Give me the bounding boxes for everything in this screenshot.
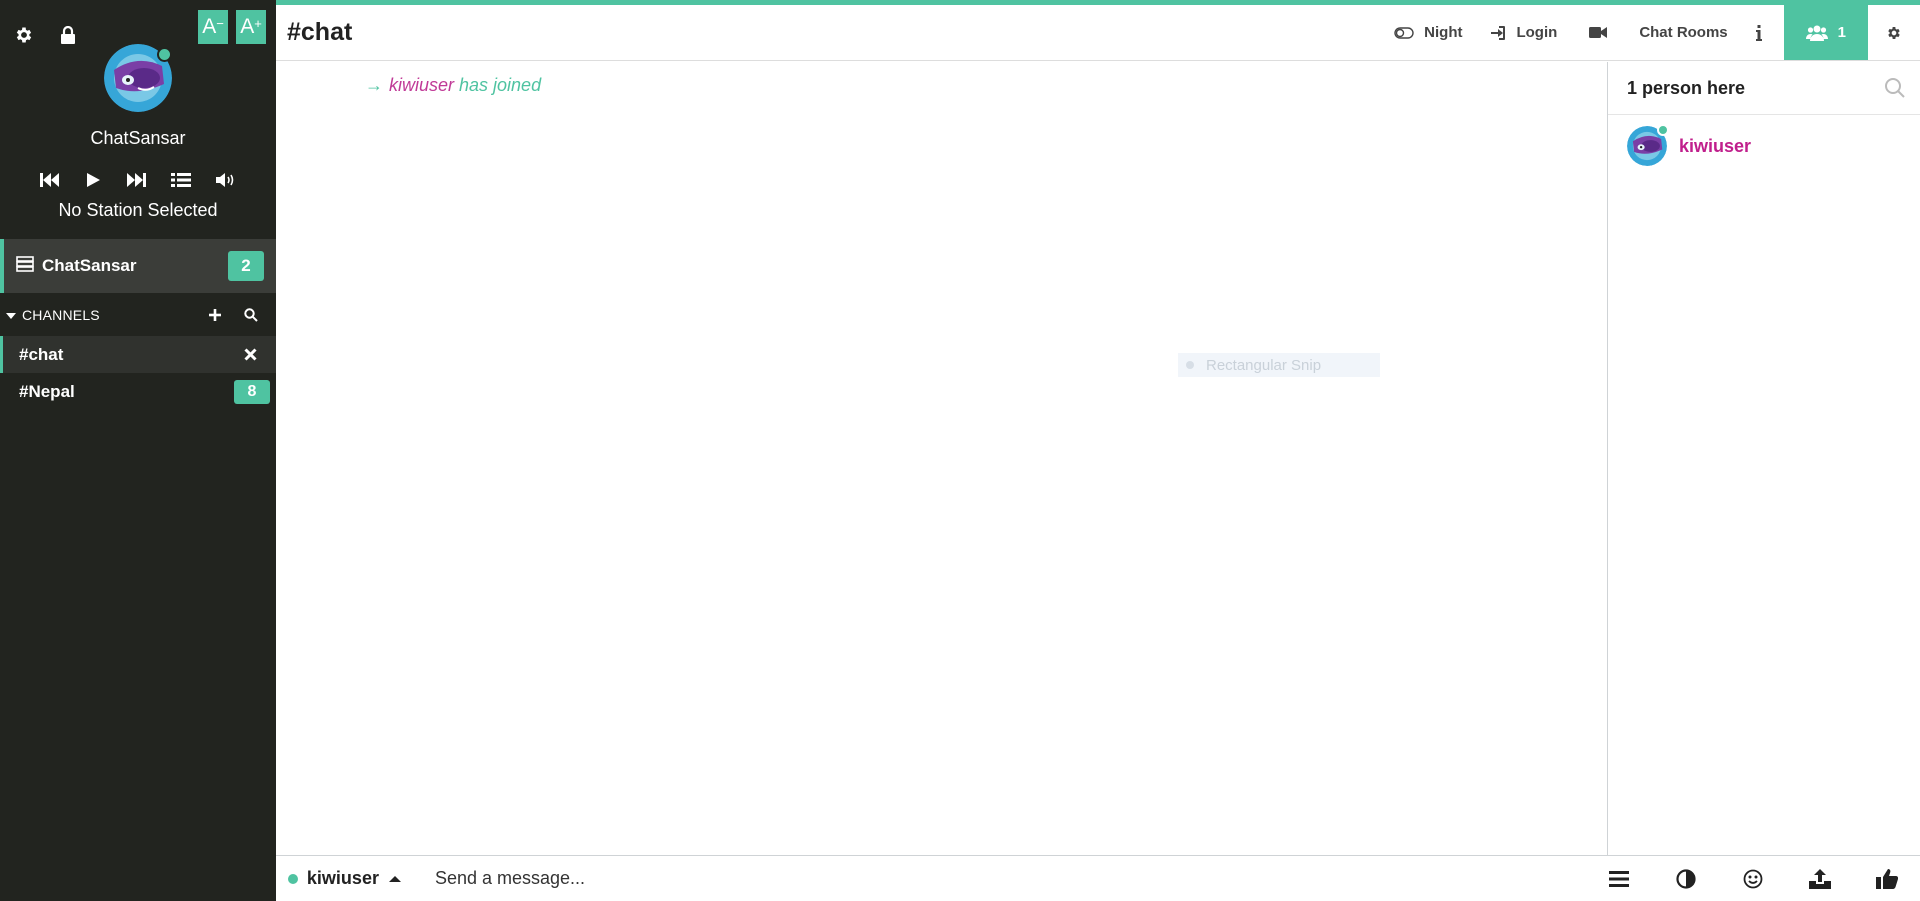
message-text: has joined	[459, 75, 542, 95]
plus-icon[interactable]	[204, 309, 226, 321]
users-icon	[1805, 25, 1828, 41]
channel-item-label: #chat	[19, 344, 64, 364]
self-nick-button[interactable]: kiwiuser	[307, 868, 401, 889]
online-status-dot	[288, 873, 298, 884]
upload-icon[interactable]	[1786, 868, 1853, 889]
server-icon	[16, 255, 34, 277]
member-nick: kiwiuser	[1679, 135, 1752, 156]
member-list: 1 person here kiwiuser	[1608, 62, 1920, 855]
login-button[interactable]: Login	[1476, 5, 1571, 60]
sign-in-icon	[1491, 25, 1506, 40]
page-title: #chat	[287, 18, 353, 46]
radio-player	[40, 168, 236, 192]
contrast-icon[interactable]	[1652, 868, 1719, 889]
gear-icon	[1888, 26, 1900, 39]
message-input[interactable]	[434, 868, 1585, 889]
join-message: → kiwiuser has joined	[365, 75, 541, 96]
channels-header-label: CHANNELS	[22, 307, 100, 323]
settings-button[interactable]	[1868, 5, 1920, 60]
message-input-bar: kiwiuser	[276, 855, 1920, 901]
font-increase-button[interactable]: A +	[236, 10, 266, 44]
member-count-label: 1 person here	[1627, 77, 1746, 98]
info-button[interactable]	[1742, 5, 1784, 60]
volume-icon[interactable]	[216, 172, 236, 188]
thumbs-up-icon[interactable]	[1853, 868, 1920, 889]
input-tools	[1585, 868, 1920, 889]
caret-up-icon	[388, 875, 401, 882]
video-camera-icon	[1589, 27, 1608, 38]
close-icon[interactable]	[238, 348, 262, 361]
gear-icon[interactable]	[12, 23, 36, 47]
message-nick[interactable]: kiwiuser	[389, 75, 454, 96]
online-status-dot	[157, 47, 172, 62]
channel-item-nepal[interactable]: #Nepal 8	[0, 373, 276, 410]
play-icon[interactable]	[85, 172, 101, 188]
channel-item-chat[interactable]: #chat	[0, 336, 276, 373]
member-list-header: 1 person here	[1608, 62, 1920, 115]
info-icon	[1755, 24, 1762, 41]
toggle-icon	[1394, 26, 1414, 39]
channel-item-label: #Nepal	[19, 381, 75, 401]
font-decrease-button[interactable]: A −	[198, 10, 228, 44]
next-track-icon[interactable]	[126, 172, 146, 188]
chat-rooms-label: Chat Rooms	[1639, 24, 1728, 41]
emoji-icon[interactable]	[1719, 869, 1786, 889]
search-icon[interactable]	[240, 308, 262, 322]
self-nick-label: kiwiuser	[306, 868, 379, 888]
night-mode-toggle[interactable]: Night	[1380, 5, 1476, 60]
previous-track-icon[interactable]	[40, 172, 60, 188]
network-item-label: ChatSansar	[42, 256, 137, 275]
lock-icon[interactable]	[58, 23, 78, 47]
night-label: Night	[1424, 24, 1463, 41]
people-count: 1	[1837, 24, 1846, 41]
menu-icon[interactable]	[1585, 869, 1652, 889]
chat-rooms-button[interactable]: Chat Rooms	[1625, 5, 1741, 60]
message-list: → kiwiuser has joined Rectangular Snip	[276, 62, 1607, 855]
channel-unread-badge: 8	[234, 379, 270, 404]
snip-dot	[1186, 361, 1194, 369]
sidebar: A − A + ChatSansar No Station Selected C…	[0, 0, 276, 901]
font-increase-label: A	[240, 15, 255, 38]
avatar	[1627, 124, 1669, 166]
login-label: Login	[1516, 24, 1558, 41]
channels-header: CHANNELS	[0, 304, 276, 326]
network-name: ChatSansar	[90, 128, 186, 148]
member-item[interactable]: kiwiuser	[1608, 118, 1920, 174]
rectangular-snip-overlay: Rectangular Snip	[1178, 353, 1380, 377]
join-arrow: →	[365, 75, 383, 95]
network-item-chatsansar[interactable]: ChatSansar 2	[0, 239, 276, 293]
font-decrease-label: A	[202, 15, 217, 38]
avatar[interactable]	[104, 44, 172, 112]
station-status: No Station Selected	[58, 200, 218, 220]
online-status-dot	[1657, 124, 1669, 136]
network-unread-badge: 2	[228, 251, 264, 281]
channel-header: #chat Night Login Chat Rooms 1	[276, 5, 1920, 61]
search-icon[interactable]	[1884, 77, 1906, 99]
video-button[interactable]	[1571, 5, 1625, 60]
members-toggle-button[interactable]: 1	[1783, 5, 1868, 60]
snip-label: Rectangular Snip	[1206, 356, 1322, 374]
caret-down-icon[interactable]	[6, 307, 16, 323]
playlist-icon[interactable]	[171, 172, 191, 188]
